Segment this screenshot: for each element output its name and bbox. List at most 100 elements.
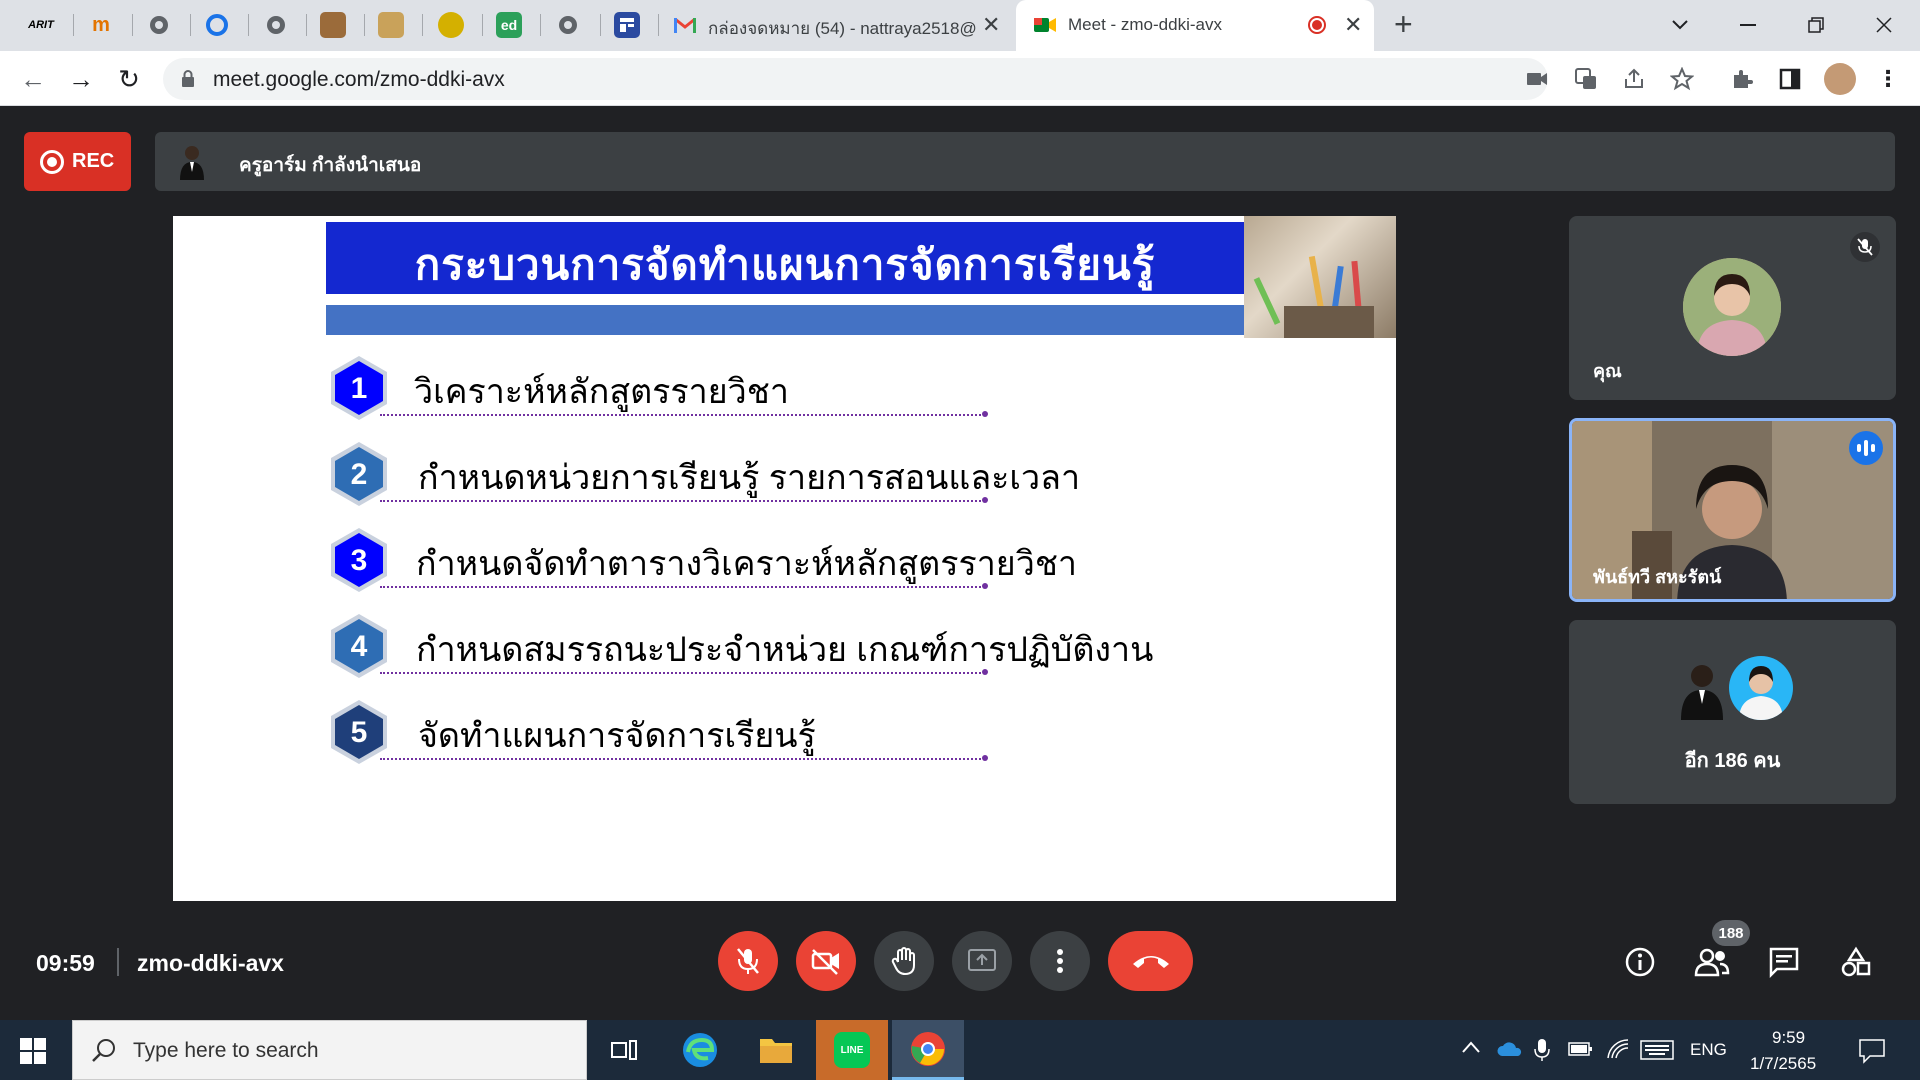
people-icon[interactable] [1694, 944, 1730, 980]
tab-separator [306, 14, 307, 36]
dotted-underline [380, 672, 985, 674]
windows-start-icon[interactable] [20, 1038, 46, 1069]
meeting-code: zmo-ddki-avx [137, 950, 284, 976]
tab-separator [422, 14, 423, 36]
activities-icon[interactable] [1838, 944, 1874, 980]
rec-label: REC [72, 150, 115, 172]
line-app-icon[interactable]: LINE [816, 1020, 888, 1080]
browser-toolbar: ← → ↻ meet.google.com/zmo-ddki-avx ⋮ [0, 51, 1920, 106]
restore-icon[interactable] [1796, 10, 1836, 40]
participant-avatar [1677, 660, 1727, 720]
camera-off-button[interactable] [796, 931, 856, 991]
muted-mic-icon [1850, 232, 1880, 262]
m-tab-icon[interactable]: m [88, 12, 114, 38]
self-tile[interactable]: คุณ [1569, 216, 1896, 400]
others-tile[interactable]: อีก 186 คน [1569, 620, 1896, 804]
tab-separator [540, 14, 541, 36]
chevron-down-icon[interactable] [1660, 10, 1700, 40]
person-tab-icon[interactable] [378, 12, 404, 38]
side-panel-icon[interactable] [1776, 65, 1804, 93]
chat-icon[interactable] [1766, 944, 1802, 980]
notifications-icon[interactable] [1858, 1038, 1886, 1069]
step-number-badge: 4 [331, 614, 387, 678]
meeting-info-icon[interactable] [1622, 944, 1658, 980]
dotted-underline [380, 500, 985, 502]
arit-tab-icon[interactable]: ARIT [28, 12, 54, 38]
active-speaker-tile[interactable]: พันธ์ทวี สหะรัตน์ [1569, 418, 1896, 602]
onedrive-icon[interactable] [1496, 1040, 1524, 1063]
keyboard-icon[interactable] [1640, 1040, 1674, 1065]
globe-tab-icon[interactable] [263, 12, 289, 38]
form-tab-icon[interactable] [614, 12, 640, 38]
leave-call-button[interactable] [1108, 931, 1193, 991]
tab-label: Meet - zmo-ddki-avx [1068, 15, 1222, 34]
file-explorer-icon[interactable] [740, 1020, 812, 1080]
browser-tab-strip: ARIT m ed กล่องจดหมาย (54) - nattraya251… [0, 0, 1920, 51]
chrome-icon[interactable] [892, 1020, 964, 1080]
taskbar-search[interactable]: Type here to search [72, 1020, 587, 1080]
language-indicator[interactable]: ENG [1690, 1040, 1727, 1060]
globe-tab-icon[interactable] [555, 12, 581, 38]
clock-time[interactable]: 9:59 [1772, 1028, 1805, 1048]
step-number-badge: 2 [331, 442, 387, 506]
globe-tab-icon[interactable] [146, 12, 172, 38]
minimize-icon[interactable] [1728, 10, 1768, 40]
more-options-button[interactable] [1030, 931, 1090, 991]
o-tab-icon[interactable] [204, 12, 230, 38]
meet-icon [1032, 12, 1058, 38]
recording-indicator-icon [1308, 16, 1326, 34]
dotted-underline [380, 586, 985, 588]
dotted-underline [380, 414, 985, 416]
person-tab-icon[interactable] [320, 12, 346, 38]
underline-dot [982, 497, 988, 503]
profile-avatar[interactable] [1824, 63, 1856, 95]
back-icon[interactable]: ← [18, 64, 48, 94]
step-3: 3 กำหนดจัดทำตารางวิเคราะห์หลักสูตรรายวิช… [328, 526, 1228, 598]
battery-icon[interactable] [1568, 1040, 1594, 1063]
step-text: กำหนดสมรรถนะประจำหน่วย เกณฑ์การปฏิบัติงา… [416, 631, 1154, 669]
pencils-image [1244, 216, 1396, 338]
step-number: 4 [351, 630, 368, 663]
extensions-icon[interactable] [1728, 65, 1756, 93]
browser-menu-icon[interactable]: ⋮ [1874, 65, 1902, 93]
task-view-icon[interactable] [588, 1020, 660, 1080]
seal-tab-icon[interactable] [438, 12, 464, 38]
tab-separator [248, 14, 249, 36]
camera-icon[interactable] [1523, 65, 1551, 93]
present-button[interactable] [952, 931, 1012, 991]
step-text: กำหนดจัดทำตารางวิเคราะห์หลักสูตรรายวิชา [416, 545, 1077, 583]
underline-dot [982, 669, 988, 675]
slide-title-bar: กระบวนการจัดทำแผนการจัดการเรียนรู้ [326, 222, 1244, 294]
raise-hand-button[interactable] [874, 931, 934, 991]
mic-off-icon [737, 948, 759, 974]
close-window-icon[interactable] [1864, 10, 1904, 40]
tab-meet[interactable]: Meet - zmo-ddki-avx ✕ [1016, 0, 1374, 51]
reload-icon[interactable]: ↻ [114, 64, 144, 94]
tab-separator [73, 14, 74, 36]
lock-icon [181, 70, 195, 93]
more-vert-icon [1057, 949, 1063, 973]
share-icon[interactable] [1620, 65, 1648, 93]
new-tab-icon[interactable]: + [1394, 6, 1413, 43]
edge-icon[interactable] [664, 1020, 736, 1080]
participant-avatar [1729, 656, 1793, 720]
url-text: meet.google.com/zmo-ddki-avx [213, 68, 505, 91]
tab-separator [190, 14, 191, 36]
forward-icon[interactable]: → [66, 64, 96, 94]
address-bar[interactable]: meet.google.com/zmo-ddki-avx [163, 58, 1548, 100]
translate-icon[interactable] [1572, 65, 1600, 93]
recording-badge: REC [24, 132, 131, 191]
close-icon[interactable]: ✕ [1344, 12, 1362, 38]
ed-tab-icon[interactable]: ed [496, 12, 522, 38]
step-number-badge: 5 [331, 700, 387, 764]
step-number: 2 [351, 458, 368, 491]
bookmark-star-icon[interactable] [1668, 65, 1696, 93]
microphone-tray-icon[interactable] [1534, 1038, 1550, 1067]
wifi-icon[interactable] [1606, 1038, 1630, 1065]
underline-dot [982, 411, 988, 417]
close-icon[interactable]: ✕ [982, 12, 1000, 38]
chevron-up-icon[interactable] [1462, 1040, 1480, 1058]
mic-off-button[interactable] [718, 931, 778, 991]
presenter-text: ครูอาร์ม กำลังนำเสนอ [239, 155, 422, 176]
clock-date[interactable]: 1/7/2565 [1750, 1054, 1816, 1074]
